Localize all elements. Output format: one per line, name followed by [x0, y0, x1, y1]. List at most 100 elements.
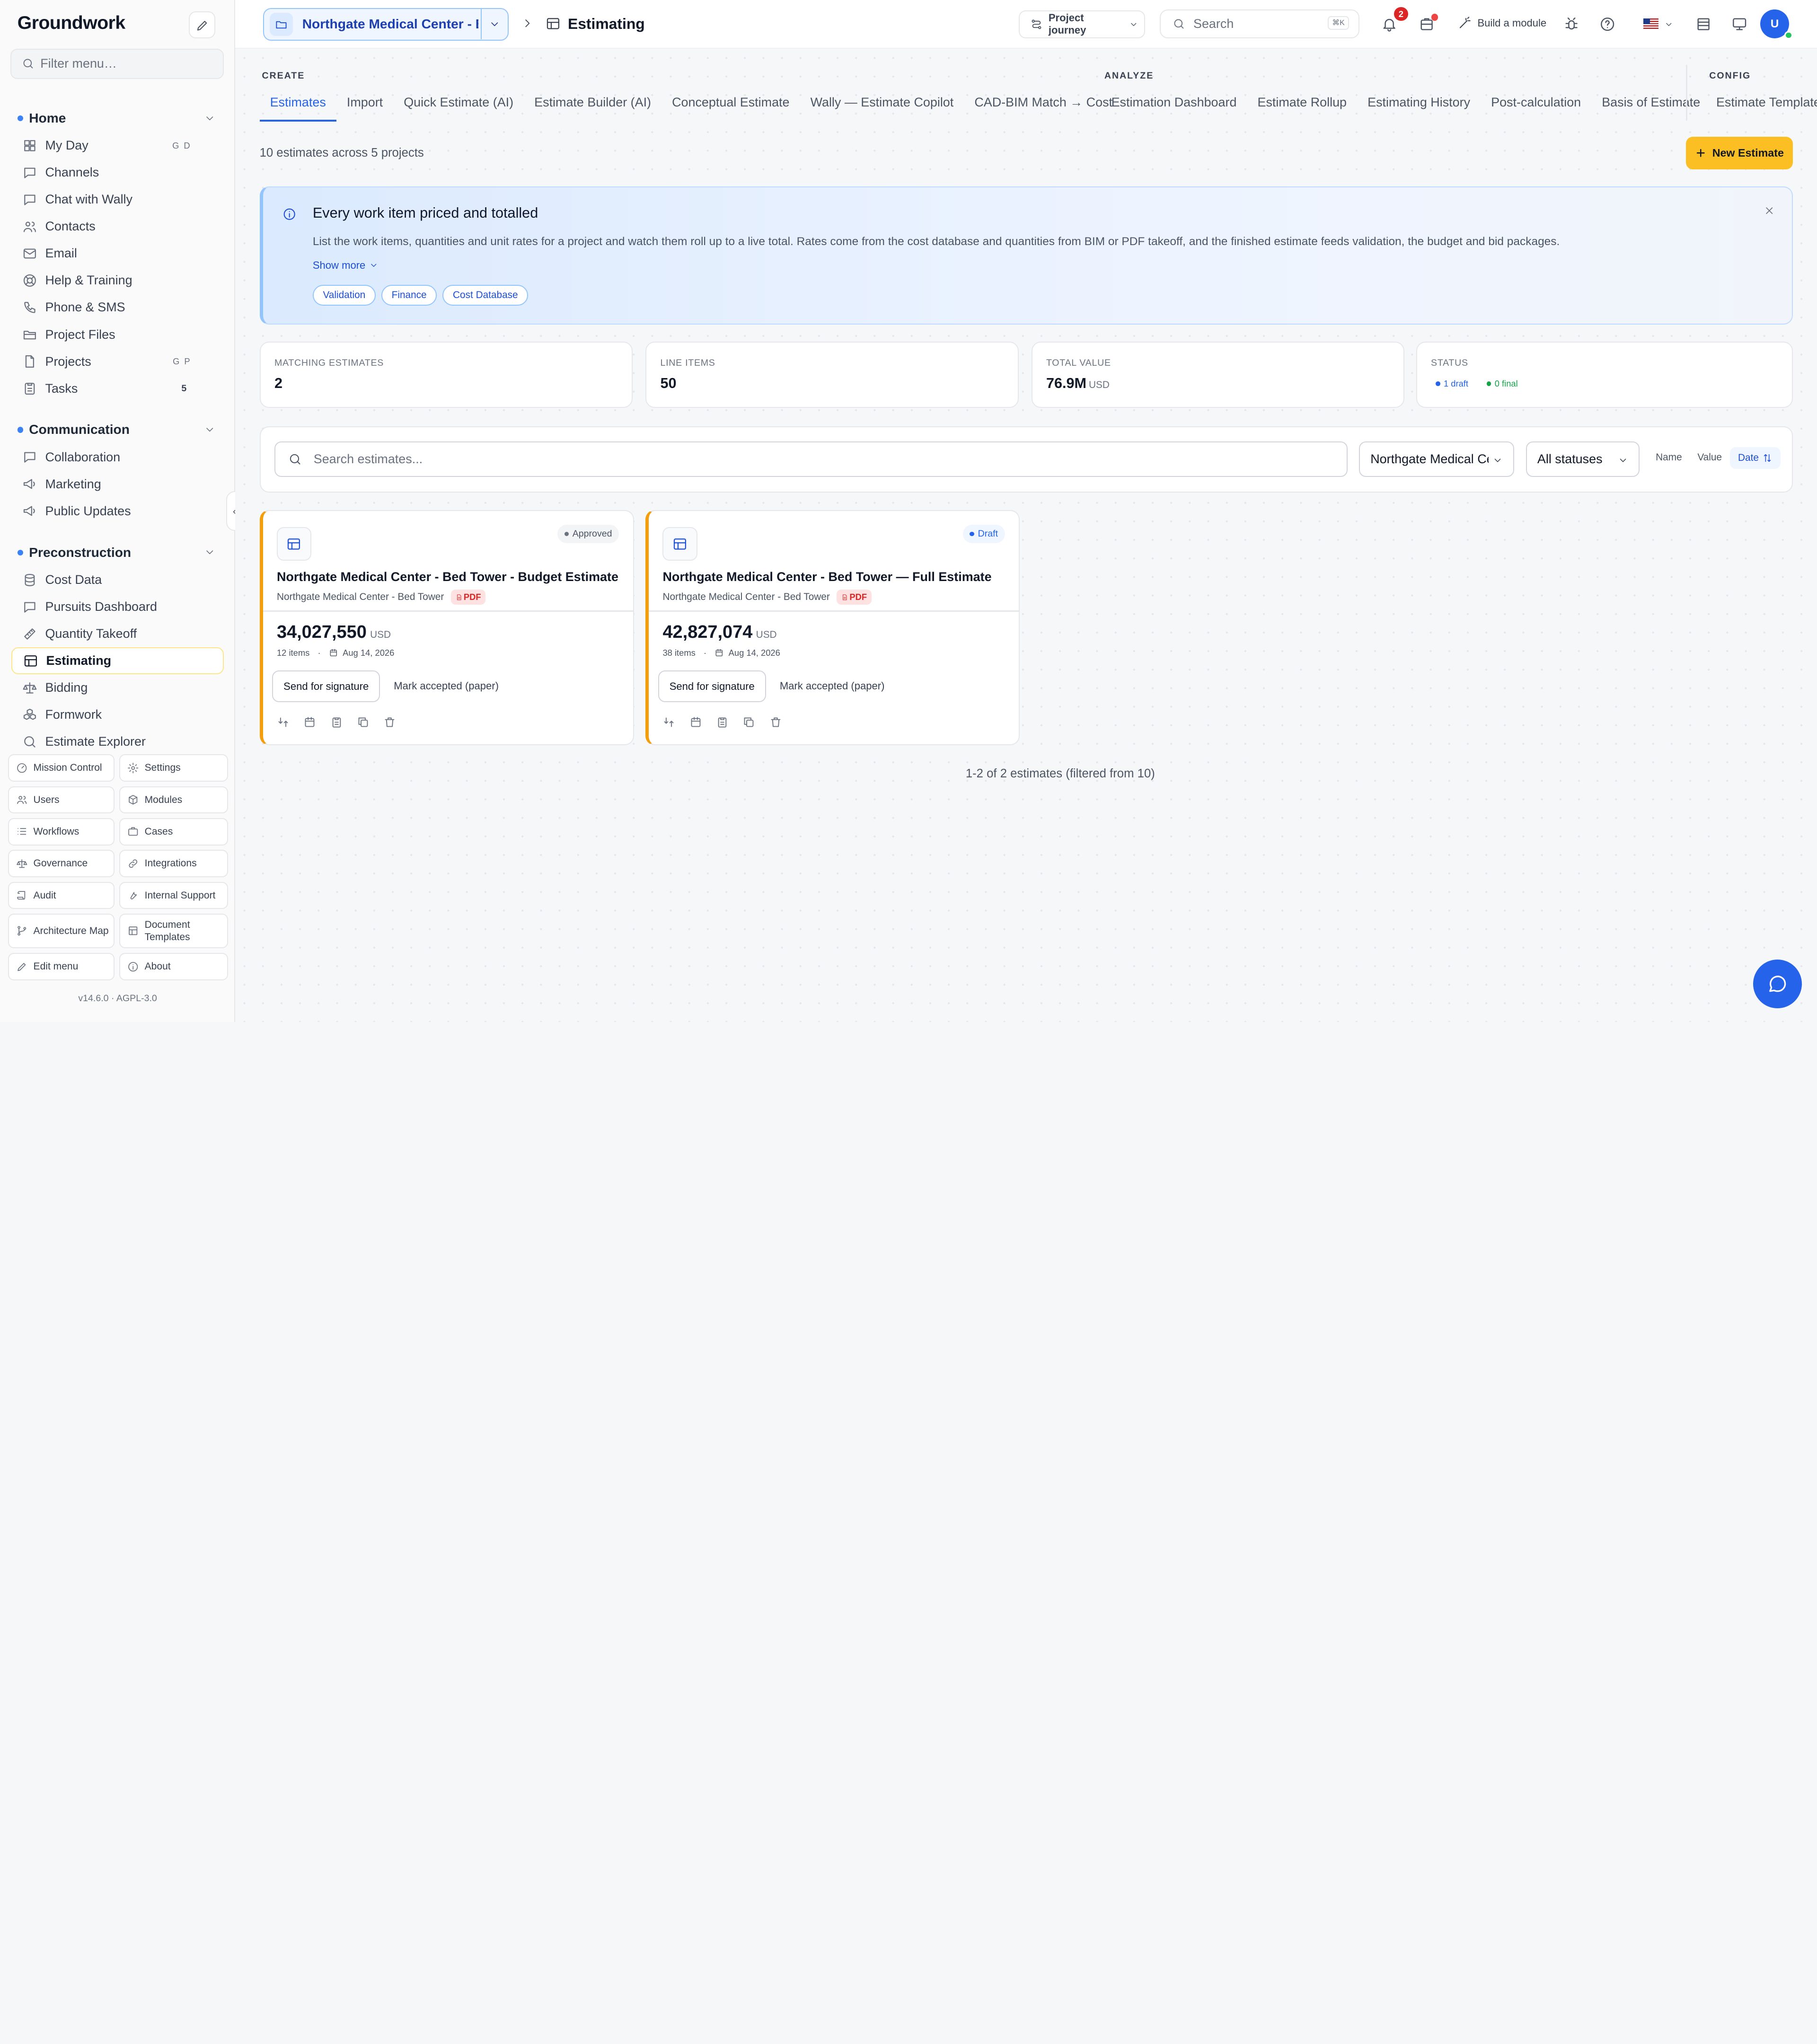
sidebar-item-pursuits-dashboard[interactable]: Pursuits Dashboard — [11, 593, 223, 620]
tab-post-calculation[interactable]: Post-calculation — [1481, 88, 1591, 122]
quick-link-integrations[interactable]: Integrations — [119, 850, 229, 877]
us-flag-icon[interactable] — [1643, 18, 1658, 29]
sidebar-item-collaboration[interactable]: Collaboration — [11, 444, 223, 471]
tab-estimation-dashboard[interactable]: Estimation Dashboard — [1101, 88, 1247, 122]
sidebar-item-email[interactable]: Email — [11, 240, 223, 267]
build-module-button[interactable]: Build a module — [1458, 16, 1546, 30]
calendar-icon[interactable] — [303, 716, 316, 729]
new-estimate-button[interactable]: New Estimate — [1686, 136, 1793, 169]
project-filter-select[interactable]: Northgate Medical Center - Bed Tower — [1359, 441, 1515, 477]
sidebar-item-contacts[interactable]: Contacts — [11, 213, 223, 240]
mark-accepted-button[interactable]: Mark accepted (paper) — [394, 680, 499, 692]
send-for-signature-button[interactable]: Send for signature — [272, 670, 380, 702]
section-dot — [17, 549, 23, 555]
gear-icon — [127, 762, 139, 774]
tab-import[interactable]: Import — [336, 88, 393, 122]
copy-icon[interactable] — [357, 716, 370, 729]
sidebar-item-tasks[interactable]: Tasks 5 — [11, 375, 223, 402]
sidebar-item-quantity-takeoff[interactable]: Quantity Takeoff — [11, 620, 223, 647]
quick-link-document-templates[interactable]: Document Templates — [119, 913, 229, 949]
bell-icon[interactable] — [1381, 16, 1397, 32]
quick-link-audit[interactable]: Audit — [8, 881, 115, 909]
calendar-icon[interactable] — [689, 716, 702, 729]
nav-section-home[interactable]: Home — [0, 104, 235, 132]
filter-menu-input[interactable]: Filter menu… — [10, 48, 224, 79]
close-icon[interactable] — [1764, 205, 1775, 216]
tab-estimate-templates[interactable]: Estimate Templates — [1706, 88, 1817, 122]
swap-icon[interactable] — [662, 716, 675, 729]
estimate-card[interactable]: Approved Northgate Medical Center - Bed T… — [259, 510, 634, 745]
copy-icon[interactable] — [742, 716, 755, 729]
bug-icon[interactable] — [1563, 16, 1579, 32]
estimate-title[interactable]: Northgate Medical Center - Bed Tower — F… — [662, 570, 991, 584]
sidebar-item-phone-sms[interactable]: Phone & SMS — [11, 294, 223, 321]
send-for-signature-button[interactable]: Send for signature — [658, 670, 766, 702]
chevron-down-icon[interactable] — [489, 18, 500, 30]
sidebar-item-bidding[interactable]: Bidding — [11, 674, 223, 701]
tab-estimate-builder-ai[interactable]: Estimate Builder (AI) — [524, 88, 662, 122]
quick-link-mission-control[interactable]: Mission Control — [8, 754, 115, 782]
swap-icon[interactable] — [277, 716, 290, 729]
quick-link-settings[interactable]: Settings — [119, 754, 229, 782]
tab-quick-estimate-ai[interactable]: Quick Estimate (AI) — [393, 88, 524, 122]
project-journey-button[interactable]: Project journey — [1018, 10, 1145, 38]
layout-icon[interactable] — [1695, 16, 1711, 32]
sidebar-item-estimate-explorer[interactable]: Estimate Explorer — [11, 728, 223, 749]
tab-cad-bim-match-cost[interactable]: CAD-BIM Match → Cost — [964, 88, 1123, 122]
chevron-down-icon[interactable] — [1664, 20, 1674, 29]
quick-link-internal-support[interactable]: Internal Support — [119, 881, 229, 909]
sidebar-item-formwork[interactable]: Formwork — [11, 701, 223, 728]
tab-wally-estimate-copilot[interactable]: Wally — Estimate Copilot — [800, 88, 964, 122]
tab-conceptual-estimate[interactable]: Conceptual Estimate — [662, 88, 800, 122]
sidebar-item-public-updates[interactable]: Public Updates — [11, 498, 223, 525]
stat-label: MATCHING ESTIMATES — [274, 358, 384, 369]
nav-section-communication[interactable]: Communication — [0, 416, 235, 444]
sidebar-item-label: Tasks — [45, 381, 78, 396]
chip-finance[interactable]: Finance — [381, 284, 437, 306]
estimate-search-input[interactable]: Search estimates... — [274, 441, 1348, 477]
tab-estimates[interactable]: Estimates — [259, 88, 336, 122]
sidebar-item-estimating[interactable]: Estimating — [11, 647, 224, 675]
sort-by-date[interactable]: Date — [1729, 447, 1781, 469]
sort-by-name[interactable]: Name — [1656, 452, 1682, 463]
quick-link-modules[interactable]: Modules — [119, 786, 229, 814]
project-selector[interactable]: Northgate Medical Center - B… — [263, 8, 509, 41]
sidebar-item-projects[interactable]: Projects G P — [11, 348, 223, 375]
tab-estimating-history[interactable]: Estimating History — [1357, 88, 1481, 122]
nav-section-preconstruction[interactable]: Preconstruction — [0, 538, 235, 566]
estimate-title[interactable]: Northgate Medical Center - Bed Tower - B… — [277, 570, 618, 584]
mark-accepted-button[interactable]: Mark accepted (paper) — [780, 680, 885, 692]
sidebar-item-channels[interactable]: Channels — [11, 159, 223, 186]
estimate-card[interactable]: Draft Northgate Medical Center - Bed Towe… — [645, 510, 1020, 745]
quick-link-edit-menu[interactable]: Edit menu — [8, 953, 115, 980]
chip-validation[interactable]: Validation — [312, 284, 376, 306]
quick-link-governance[interactable]: Governance — [8, 850, 115, 877]
trash-icon[interactable] — [383, 716, 396, 729]
monitor-icon[interactable] — [1731, 16, 1747, 32]
chip-cost-database[interactable]: Cost Database — [442, 284, 529, 306]
sidebar-item-chat-with-wally[interactable]: Chat with Wally — [11, 186, 223, 213]
tab-estimate-rollup[interactable]: Estimate Rollup — [1247, 88, 1357, 122]
help-icon[interactable] — [1599, 16, 1615, 32]
global-search-input[interactable]: Search ⌘K — [1160, 9, 1359, 38]
chat-fab-button[interactable] — [1753, 959, 1802, 1008]
quick-link-workflows[interactable]: Workflows — [8, 818, 115, 846]
tab-basis-of-estimate[interactable]: Basis of Estimate — [1591, 88, 1711, 122]
sort-by-value[interactable]: Value — [1697, 452, 1722, 463]
sidebar-item-marketing[interactable]: Marketing — [11, 471, 223, 498]
sidebar-item-project-files[interactable]: Project Files — [11, 321, 223, 348]
sidebar-item-help-training[interactable]: Help & Training — [11, 267, 223, 294]
show-more-link[interactable]: Show more — [313, 259, 378, 272]
clipboard-icon[interactable] — [716, 716, 729, 729]
sidebar-item-my-day[interactable]: My Day G D — [11, 132, 223, 159]
trash-icon[interactable] — [769, 716, 782, 729]
edit-sidebar-button[interactable] — [189, 11, 216, 38]
quick-link-cases[interactable]: Cases — [119, 818, 229, 846]
clipboard-icon[interactable] — [330, 716, 343, 729]
quick-link-users[interactable]: Users — [8, 786, 115, 814]
sidebar-item-cost-data[interactable]: Cost Data — [11, 566, 223, 593]
quick-link-architecture-map[interactable]: Architecture Map — [8, 913, 115, 949]
quick-link-about[interactable]: About — [119, 953, 229, 980]
status-filter-select[interactable]: All statuses — [1526, 441, 1640, 477]
sidebar-item-label: Estimate Explorer — [45, 734, 146, 749]
